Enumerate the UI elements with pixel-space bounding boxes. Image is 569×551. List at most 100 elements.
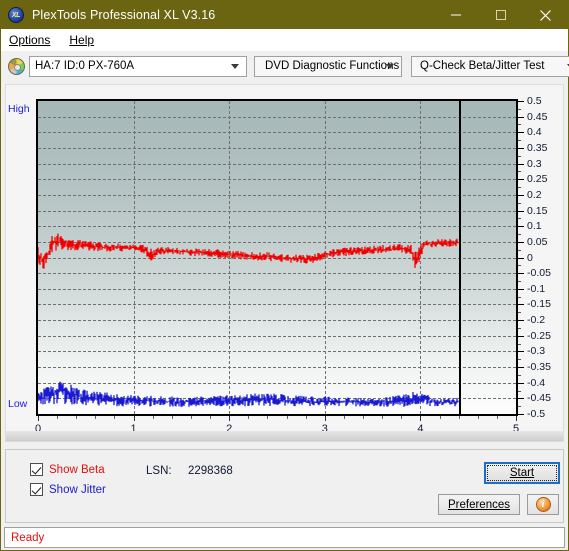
y-axis-minor-tick xyxy=(518,108,521,110)
y-axis-minor-tick xyxy=(518,390,521,392)
y-axis-tick xyxy=(518,147,524,149)
chart-bottom-band xyxy=(6,431,563,441)
x-axis-minor-tick xyxy=(190,416,192,419)
preferences-button[interactable]: Preferences xyxy=(438,494,520,515)
y-axis-tick xyxy=(518,335,524,337)
y-axis-minor-tick xyxy=(518,218,521,220)
info-button[interactable]: i xyxy=(527,494,559,515)
y-axis-tick xyxy=(518,163,524,165)
data-end-marker xyxy=(458,101,461,414)
lsn-label: LSN: xyxy=(146,465,172,477)
x-axis-minor-tick xyxy=(114,416,116,419)
y-axis-tick xyxy=(518,320,524,322)
y-axis-label: 0.05 xyxy=(527,235,548,248)
menu-item-options[interactable]: Options xyxy=(7,31,59,49)
y-axis-label: -0.1 xyxy=(527,282,546,295)
plot-area[interactable] xyxy=(36,99,518,416)
y-axis-minor-tick xyxy=(518,359,521,361)
y-axis-label: -0.5 xyxy=(527,408,546,420)
y-axis-label: -0.2 xyxy=(527,314,546,327)
x-axis-minor-tick xyxy=(171,416,173,419)
trace-layer xyxy=(38,233,459,407)
y-axis-minor-tick xyxy=(518,343,521,345)
y-axis-label: -0.3 xyxy=(527,345,546,358)
x-axis-minor-tick xyxy=(382,416,384,419)
info-icon: i xyxy=(535,497,551,512)
x-axis-minor-tick xyxy=(286,416,288,419)
start-button[interactable]: Start xyxy=(484,462,560,484)
menu-bar: Options Help xyxy=(1,29,568,51)
show-beta-checkbox[interactable]: Show Beta xyxy=(30,463,105,476)
y-axis-minor-tick xyxy=(518,296,521,298)
x-axis-minor-tick xyxy=(496,416,498,419)
y-axis-label: 0.1 xyxy=(527,220,542,233)
series-beta xyxy=(38,233,459,269)
focus-ring xyxy=(487,465,557,481)
y-axis-tick xyxy=(518,257,524,259)
y-axis-label: -0.05 xyxy=(527,267,551,280)
show-jitter-checkbox[interactable]: Show Jitter xyxy=(30,483,106,496)
drive-select-value: HA:7 ID:0 PX-760A xyxy=(35,60,135,72)
function-select[interactable]: DVD Diagnostic Functions xyxy=(254,55,402,77)
y-axis-label: 0.35 xyxy=(527,141,548,154)
y-axis-label: 0.45 xyxy=(527,110,548,123)
x-axis-minor-tick xyxy=(57,416,59,419)
maximize-button[interactable] xyxy=(478,1,523,29)
axis-label-low: Low xyxy=(8,398,28,410)
x-axis-tick xyxy=(324,416,326,421)
y-axis-tick xyxy=(518,241,524,243)
y-axis-tick xyxy=(518,351,524,353)
y-axis-minor-tick xyxy=(518,140,521,142)
x-axis-minor-tick xyxy=(363,416,365,419)
y-axis-minor-tick xyxy=(518,202,521,204)
x-axis-minor-tick xyxy=(401,416,403,419)
y-axis-tick xyxy=(518,273,524,275)
title-bar: XL PlexTools Professional XL V3.16 xyxy=(1,1,568,29)
close-button[interactable] xyxy=(523,1,568,29)
checkbox-checked-icon xyxy=(30,463,43,476)
x-axis-minor-tick xyxy=(305,416,307,419)
x-axis-minor-tick xyxy=(95,416,97,419)
y-axis-minor-tick xyxy=(518,171,521,173)
window-controls xyxy=(433,1,568,29)
app-icon: XL xyxy=(8,7,24,23)
x-axis-minor-tick xyxy=(248,416,250,419)
x-axis-tick xyxy=(420,416,422,421)
y-axis-label: -0.25 xyxy=(527,329,551,342)
y-axis-minor-tick xyxy=(518,312,521,314)
y-axis-label: -0.4 xyxy=(527,376,546,389)
y-axis-tick xyxy=(518,226,524,228)
y-axis-label: 0.4 xyxy=(527,126,542,139)
y-axis-minor-tick xyxy=(518,280,521,282)
y-axis-label: 0.2 xyxy=(527,188,542,201)
y-axis-tick xyxy=(518,288,524,290)
application-window: XL PlexTools Professional XL V3.16 Optio… xyxy=(0,0,569,551)
show-beta-label: Show Beta xyxy=(49,463,105,476)
x-axis-minor-tick xyxy=(267,416,269,419)
minimize-button[interactable] xyxy=(433,1,478,29)
y-axis-label: 0.25 xyxy=(527,173,548,186)
y-axis-minor-tick xyxy=(518,155,521,157)
y-axis-label: -0.15 xyxy=(527,298,551,311)
x-axis-minor-tick xyxy=(152,416,154,419)
series-jitter xyxy=(38,381,459,407)
drive-select[interactable]: HA:7 ID:0 PX-760A xyxy=(29,55,247,77)
y-axis-minor-tick xyxy=(518,327,521,329)
x-axis-tick xyxy=(38,416,39,421)
y-axis-tick xyxy=(518,101,524,102)
y-axis-tick xyxy=(518,414,524,415)
function-select-value: DVD Diagnostic Functions xyxy=(265,60,400,72)
window-title: PlexTools Professional XL V3.16 xyxy=(32,8,216,22)
y-axis-tick xyxy=(518,367,524,369)
x-axis-minor-tick xyxy=(343,416,345,419)
y-axis-label: 0.15 xyxy=(527,204,548,217)
chevron-down-icon xyxy=(386,64,394,69)
menu-item-help[interactable]: Help xyxy=(67,31,103,49)
y-axis-minor-tick xyxy=(518,265,521,267)
test-select[interactable]: Q-Check Beta/Jitter Test xyxy=(411,55,569,77)
y-axis-tick xyxy=(518,194,524,196)
y-axis-minor-tick xyxy=(518,234,521,236)
checkbox-checked-icon xyxy=(30,483,43,496)
show-jitter-label: Show Jitter xyxy=(49,483,106,496)
menu-item-help-label: Help xyxy=(69,33,95,47)
